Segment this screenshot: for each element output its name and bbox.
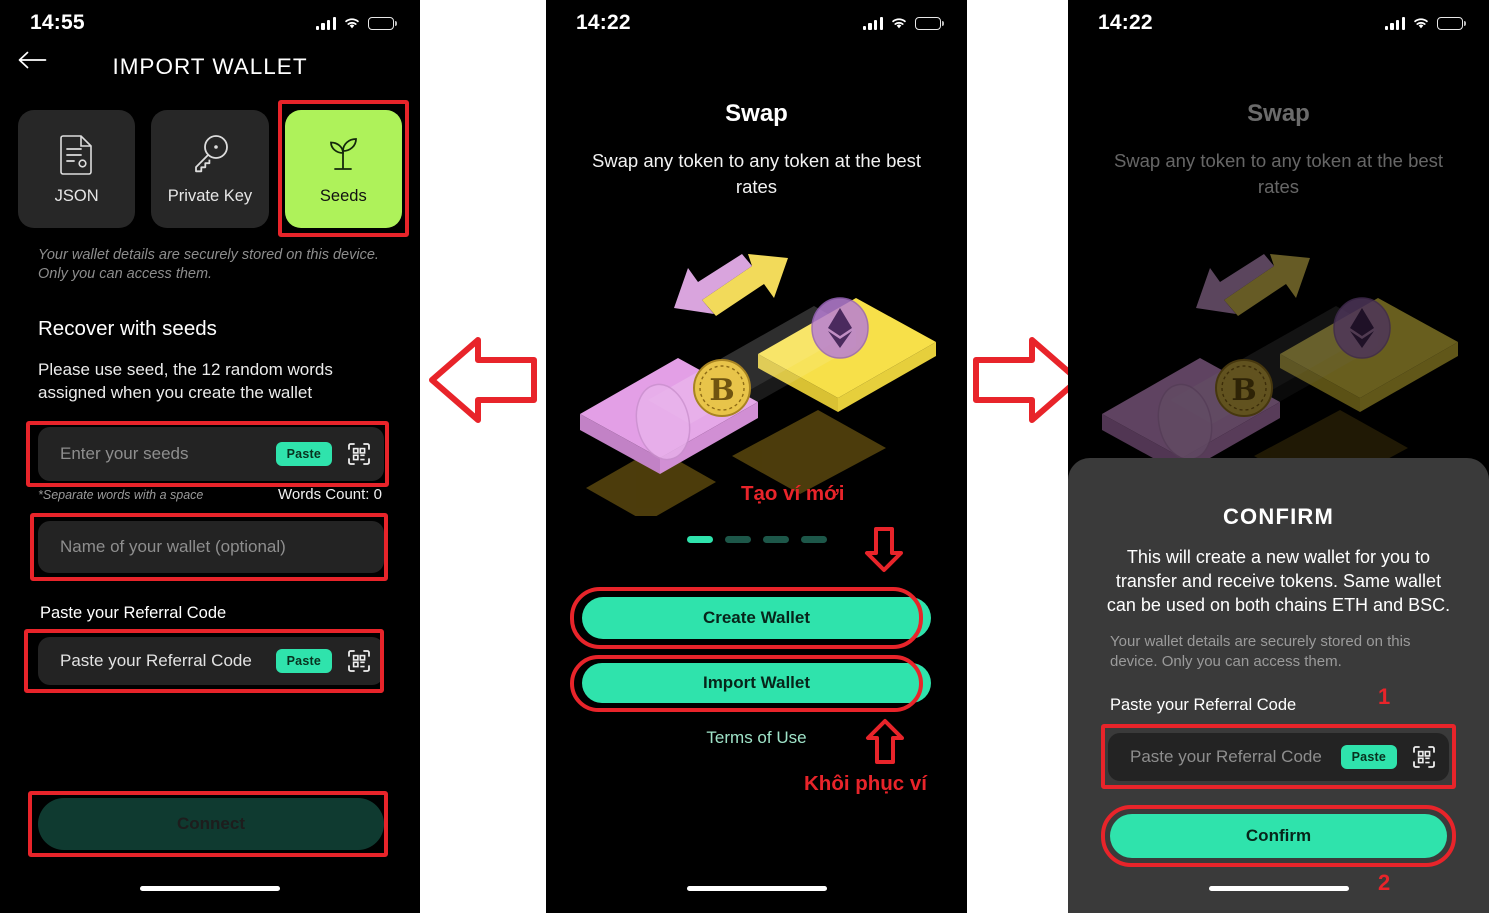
wifi-icon [345,18,359,29]
battery-icon [1437,16,1466,30]
swap-title: Swap [1247,100,1310,127]
pagination-dot[interactable] [686,536,713,543]
method-option-json[interactable]: JSON [18,110,136,228]
annotation-step-two: 2 [1378,870,1391,895]
annotation-import-wallet: Khôi phục ví [804,772,927,795]
method-label: JSON [54,186,99,205]
referral-code-input[interactable]: Paste your Referral Code Paste [38,637,384,685]
signal-icon [315,16,336,30]
svg-text:B: B [709,373,734,408]
phone-screen-swap-onboarding: 14:22 Swap Swap any token to any token a… [546,0,967,913]
phone-screen-import-wallet: 14:55 IMPORT WALLET JSON Private Key See… [0,0,420,913]
import-wallet-button[interactable]: Import Wallet [582,663,931,703]
sheet-security-note: Your wallet details are securely stored … [1110,633,1411,671]
paste-button[interactable]: Paste [1340,745,1397,769]
token-swap-illustration: B [556,236,957,522]
swap-subtitle: Swap any token to any token at the best … [1113,150,1444,197]
status-time: 14:22 [1098,11,1153,34]
method-label: Private Key [167,186,253,205]
signal-icon [862,16,883,30]
wifi-icon [892,18,906,29]
signal-icon [1384,16,1405,30]
status-indicators [1384,16,1466,30]
seed-input-placeholder: Enter your seeds [60,444,189,463]
seed-hint-row: *Separate words with a space Words Count… [38,486,382,503]
svg-text:B: B [1231,373,1256,408]
words-count: Words Count: 0 [278,486,382,503]
home-indicator [140,886,280,891]
referral-label: Paste your Referral Code [40,604,227,622]
referral-code-input[interactable]: Paste your Referral Code Paste [1108,733,1449,781]
confirm-bottom-sheet: CONFIRM This will create a new wallet fo… [1068,458,1489,913]
pagination-dot[interactable] [800,536,827,543]
wallet-name-placeholder: Name of your wallet (optional) [60,537,286,556]
connect-button[interactable]: Connect [38,798,384,850]
paste-button[interactable]: Paste [275,649,332,673]
wifi-icon [1414,18,1428,29]
seedling-icon [330,137,358,170]
swap-title: Swap [725,100,788,127]
seed-hint: *Separate words with a space [38,488,204,502]
status-time: 14:55 [30,11,85,34]
arrow-down-create-icon [861,525,907,578]
confirm-button[interactable]: Confirm [1110,814,1447,858]
referral-input-value: Paste your Referral Code [60,651,252,670]
arrow-up-import-icon [862,718,908,771]
method-option-seeds[interactable]: Seeds [284,110,402,228]
phone-screen-confirm-dialog: 14:22 Swap Swap any token to any token a… [1068,0,1489,913]
section-title: Recover with seeds [38,317,217,340]
import-method-selector: JSON Private Key Seeds [18,110,402,228]
referral-input-value: Paste your Referral Code [1130,747,1322,766]
status-bar: 14:22 [546,0,967,46]
method-option-private-key[interactable]: Private Key [151,110,269,228]
section-description: Please use seed, the 12 random words ass… [38,360,333,402]
pagination-dot[interactable] [724,536,751,543]
qr-scan-icon[interactable] [346,648,372,674]
status-bar: 14:55 [0,0,420,46]
status-indicators [315,16,397,30]
pagination-dot[interactable] [762,536,789,543]
create-wallet-button[interactable]: Create Wallet [582,597,931,639]
method-label: Seeds [319,186,367,205]
referral-label: Paste your Referral Code [1110,696,1297,714]
key-icon [195,134,228,172]
security-note: Your wallet details are securely stored … [38,247,379,283]
status-bar: 14:22 [1068,0,1489,46]
paste-button[interactable]: Paste [275,442,332,466]
battery-icon [368,16,397,30]
battery-icon [915,16,944,30]
home-indicator [686,886,827,891]
wallet-name-input[interactable]: Name of your wallet (optional) [38,521,384,573]
qr-scan-icon[interactable] [346,441,372,467]
arrow-left-icon [424,330,542,435]
seed-phrase-input[interactable]: Enter your seeds Paste [38,427,384,481]
page-header: IMPORT WALLET [0,46,420,88]
document-icon [59,134,92,175]
status-indicators [862,16,944,30]
swap-subtitle: Swap any token to any token at the best … [591,150,922,197]
annotation-create-wallet: Tạo ví mới [741,482,845,505]
page-title: IMPORT WALLET [112,54,308,79]
qr-scan-icon[interactable] [1411,744,1437,770]
sheet-title: CONFIRM [1222,504,1335,529]
home-indicator [1208,886,1349,891]
screenshot-stage: 14:55 IMPORT WALLET JSON Private Key See… [0,0,1500,913]
status-time: 14:22 [576,11,631,34]
annotation-step-one: 1 [1378,684,1391,709]
sheet-description: This will create a new wallet for you to… [1106,547,1451,616]
